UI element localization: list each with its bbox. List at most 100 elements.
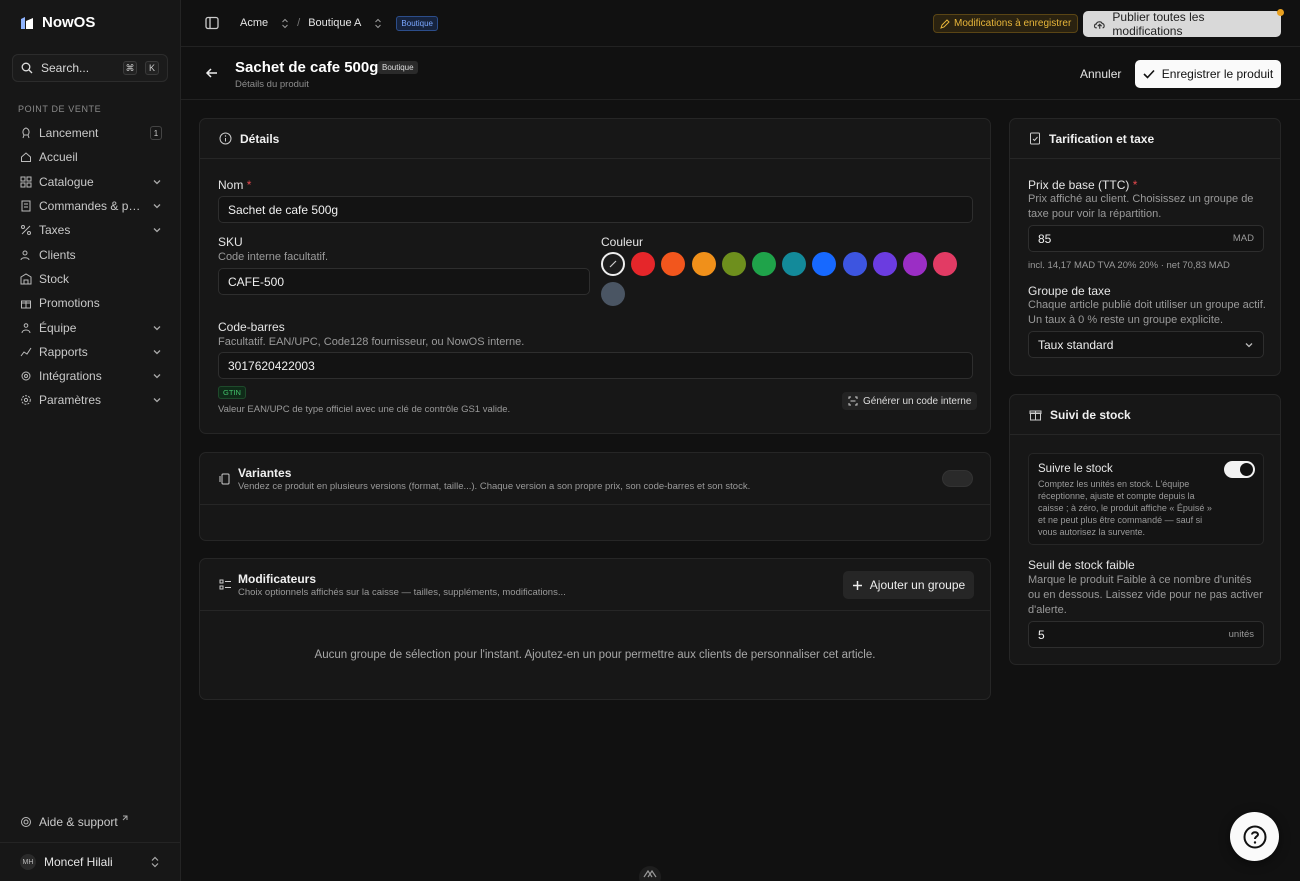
sku-label: SKU (218, 235, 243, 249)
logo-mark-icon (639, 866, 661, 881)
sku-input[interactable]: CAFE-500 (218, 268, 590, 295)
variants-title: Variantes (238, 466, 292, 480)
help-floating-button[interactable] (1230, 812, 1279, 861)
org-switcher[interactable]: Acme (240, 17, 268, 29)
generate-internal-code-label: Générer un code interne (863, 395, 972, 407)
help-support-link[interactable]: Aide & support (20, 815, 128, 829)
add-group-button[interactable]: Ajouter un groupe (843, 571, 974, 599)
tax-group-label: Groupe de taxe (1028, 284, 1111, 298)
arrow-left-icon[interactable] (205, 66, 219, 80)
color-swatch-pink[interactable] (933, 252, 958, 276)
color-swatch-teal[interactable] (782, 252, 807, 276)
base-price-label-text: Prix de base (TTC) (1028, 178, 1130, 192)
base-price-input[interactable]: 85 MAD (1028, 225, 1264, 252)
color-swatch-green[interactable] (752, 252, 776, 276)
title-badge: Boutique (378, 61, 418, 74)
breadcrumb-separator: / (297, 17, 301, 29)
tax-group-select[interactable]: Taux standard (1028, 331, 1264, 358)
sidebar-item-parametres[interactable]: Paramètres (12, 388, 170, 412)
generate-internal-code-button[interactable]: Générer un code interne (842, 392, 978, 410)
name-input[interactable]: Sachet de cafe 500g (218, 196, 973, 223)
page-title: Sachet de cafe 500g (235, 59, 379, 76)
tax-breakdown: incl. 14,17 MAD TVA 20% 20% · net 70,83 … (1028, 260, 1230, 271)
list-icon (219, 579, 231, 590)
receipt-icon (1030, 132, 1040, 145)
chevron-down-icon (153, 204, 161, 209)
user-name: Moncef Hilali (44, 855, 113, 869)
copy-icon (219, 473, 230, 485)
barcode-input[interactable]: 3017620422003 (218, 352, 973, 379)
sidebar-item-catalogue[interactable]: Catalogue (12, 170, 170, 194)
sidebar-toggle-icon[interactable] (205, 16, 219, 30)
stock-card-header: Suivi de stock (1010, 395, 1280, 435)
sidebar-item-lancement[interactable]: Lancement 1 (12, 121, 170, 145)
gtin-badge: GTIN (218, 386, 246, 399)
name-label-text: Nom (218, 178, 244, 192)
sidebar-item-stock[interactable]: Stock (12, 267, 170, 291)
tax-group-value: Taux standard (1038, 337, 1114, 352)
search-icon (21, 62, 33, 74)
color-swatch-blue[interactable] (812, 252, 837, 276)
brand[interactable]: NowOS (20, 14, 95, 31)
chevron-down-icon (1245, 342, 1253, 347)
sidebar-item-clients[interactable]: Clients (12, 242, 170, 266)
sidebar: NowOS Search... ⌘ K POINT DE VENTE Lance… (0, 0, 181, 881)
plus-icon (852, 580, 862, 590)
variants-toggle[interactable] (942, 470, 973, 487)
sidebar-item-accueil[interactable]: Accueil (12, 145, 170, 169)
sidebar-item-rapports[interactable]: Rapports (12, 340, 170, 364)
base-price-field-label: Prix de base (TTC) * (1028, 178, 1137, 192)
search-button[interactable]: Search... ⌘ K (12, 54, 168, 82)
track-stock-label: Suivre le stock (1038, 463, 1113, 475)
pricing-title: Tarification et taxe (1049, 131, 1155, 146)
currency-suffix: MAD (1232, 233, 1254, 244)
chevrons-up-down-icon[interactable] (281, 18, 289, 29)
color-swatch-violet[interactable] (872, 252, 897, 276)
chevron-down-icon (153, 228, 161, 233)
sidebar-item-commandes[interactable]: Commandes & pai... (12, 194, 170, 218)
color-swatch-red[interactable] (631, 252, 656, 276)
color-swatch-olive[interactable] (721, 252, 746, 276)
nowos-logo-icon (21, 16, 33, 29)
save-product-button[interactable]: Enregistrer le produit (1135, 60, 1281, 88)
breadcrumb: Acme / Boutique A Boutique (240, 15, 438, 31)
chart-icon (20, 347, 32, 357)
variants-header: Variantes Vendez ce produit en plusieurs… (200, 453, 990, 505)
cancel-button[interactable]: Annuler (1080, 67, 1121, 81)
sidebar-item-taxes[interactable]: Taxes (12, 218, 170, 242)
chevron-down-icon (153, 325, 161, 330)
color-swatch-indigo[interactable] (842, 252, 867, 276)
sidebar-item-integrations[interactable]: Intégrations (12, 364, 170, 388)
color-swatch-none[interactable] (601, 252, 625, 276)
sidebar-nav: Lancement 1 Accueil Catalogue Commandes … (12, 121, 170, 413)
track-stock-help: Comptez les unités en stock. L'équipe ré… (1038, 479, 1212, 537)
color-swatch-orange[interactable] (691, 252, 716, 276)
color-swatch-slate[interactable] (601, 282, 625, 306)
pricing-card: Tarification et taxe Prix de base (TTC) … (1009, 118, 1281, 376)
gift-icon (1029, 410, 1042, 421)
barcode-help: Facultatif. EAN/UPC, Code128 fournisseur… (218, 336, 525, 348)
sidebar-item-label: Intégrations (39, 369, 102, 384)
chevrons-up-down-icon[interactable] (374, 18, 382, 29)
low-stock-help: Marque le produit Faible à ce nombre d'u… (1028, 574, 1263, 616)
low-stock-input[interactable]: 5 unités (1028, 621, 1264, 648)
track-stock-toggle[interactable] (1224, 461, 1255, 478)
color-swatch-purple[interactable] (903, 252, 927, 276)
pending-changes-badge[interactable]: Modifications à enregistrer (933, 14, 1079, 33)
modifiers-description: Choix optionnels affichés sur la caisse … (238, 587, 566, 598)
sidebar-item-equipe[interactable]: Équipe (12, 315, 170, 339)
sidebar-item-promotions[interactable]: Promotions (12, 291, 170, 315)
user-menu[interactable]: MH Moncef Hilali (0, 842, 180, 881)
color-swatch-orange-red[interactable] (661, 252, 686, 276)
sidebar-item-label: Catalogue (39, 174, 94, 189)
sidebar-item-label: Paramètres (39, 393, 102, 408)
team-icon (21, 322, 31, 333)
shop-switcher[interactable]: Boutique A (308, 17, 361, 29)
track-stock-panel: Suivre le stock Comptez les unités en st… (1028, 453, 1264, 545)
tax-group-help: Chaque article publié doit utiliser un g… (1028, 299, 1266, 326)
avatar: MH (20, 854, 36, 870)
publish-all-button[interactable]: Publier toutes les modifications (1083, 9, 1284, 38)
sidebar-item-label: Taxes (39, 223, 71, 238)
unit-suffix: unités (1228, 629, 1254, 640)
modifiers-card: Modificateurs Choix optionnels affichés … (199, 558, 991, 700)
